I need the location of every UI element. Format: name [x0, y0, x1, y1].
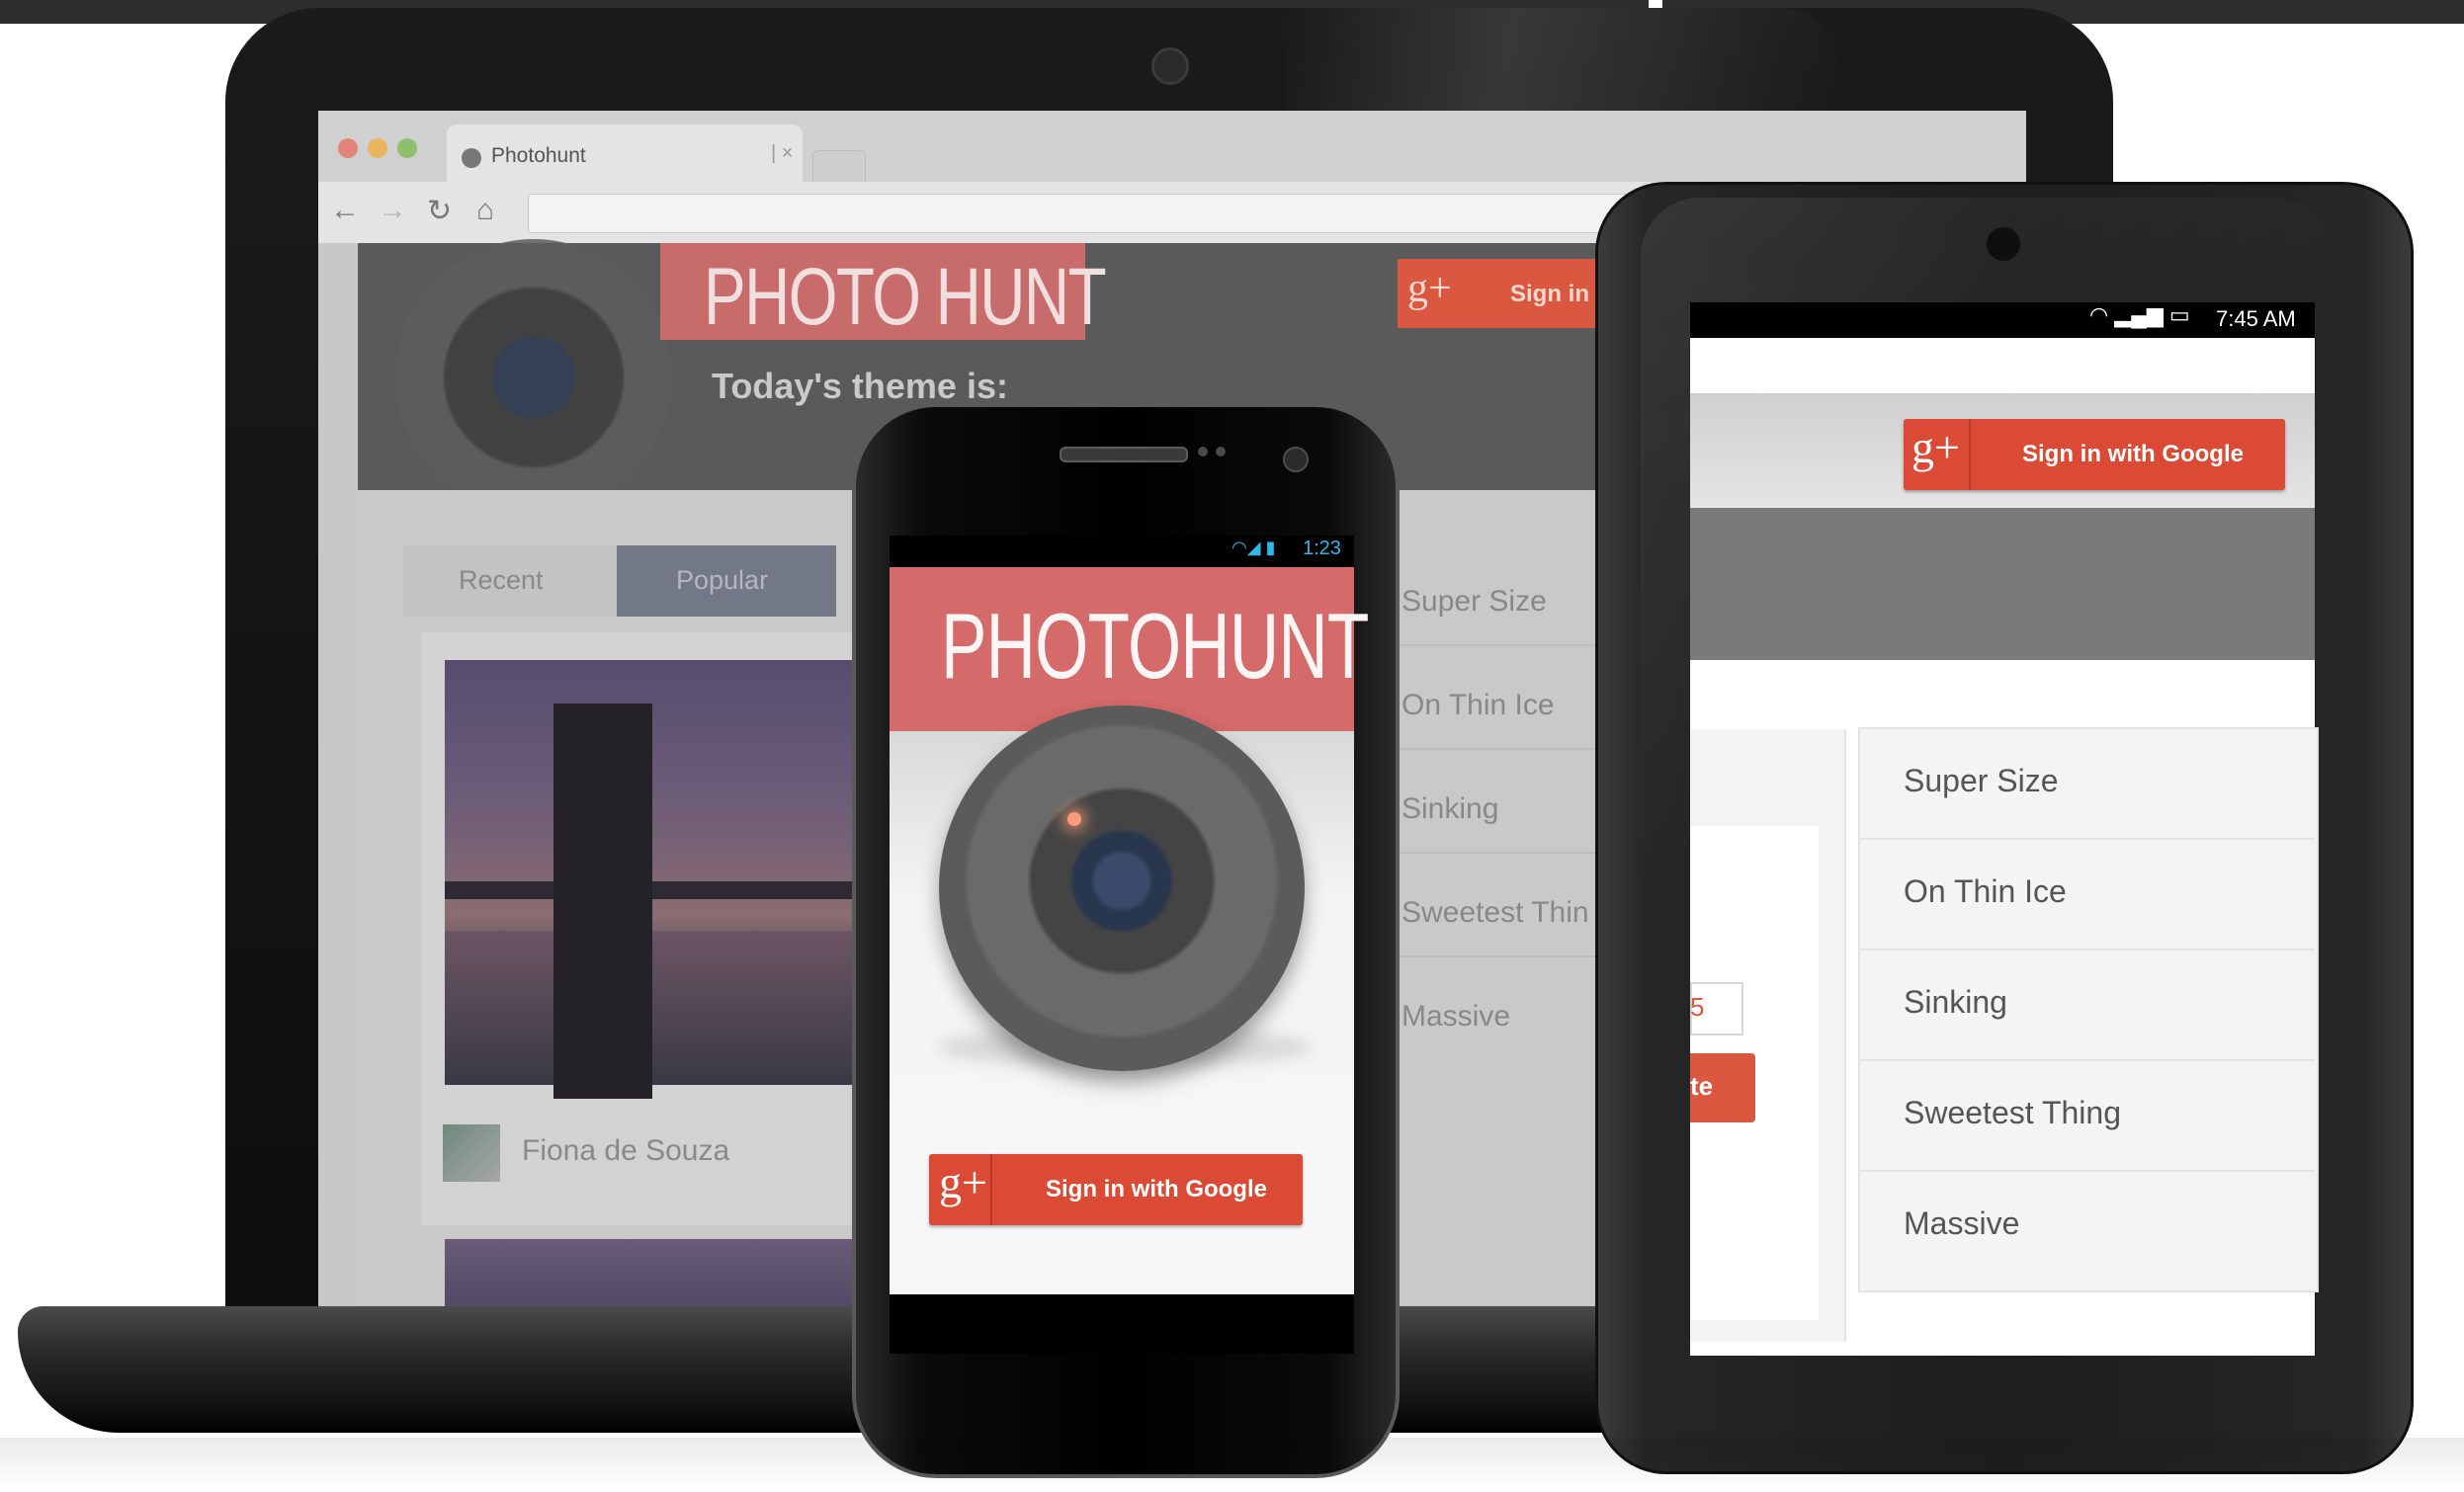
signin-label: Sign in with Google	[1046, 1176, 1267, 1202]
theme-list-item[interactable]: Super Size	[1904, 763, 2059, 799]
reload-icon[interactable]: ↻	[427, 194, 452, 228]
phone-bottom-bezel	[890, 1294, 1354, 1354]
divider	[1860, 838, 2315, 840]
phone-title: PHOTOHUNT	[941, 594, 1369, 698]
window-zoom-dot[interactable]	[397, 138, 417, 158]
wifi-signal-battery-icon: ◠ ▂▄▆ ▭	[2089, 302, 2190, 327]
laptop-camera-icon	[1151, 47, 1189, 85]
phone-camera-icon	[1283, 447, 1309, 472]
wifi-signal-battery-icon: ◠◢ ▮	[1232, 538, 1276, 557]
theme-list-item[interactable]: Sinking	[1904, 984, 2007, 1021]
divider	[1388, 852, 1625, 854]
phone-status-bar	[890, 536, 1354, 567]
lens-flare	[1067, 812, 1081, 826]
divider	[1388, 644, 1625, 646]
partial-button-label: te	[1690, 1071, 1714, 1101]
avatar	[443, 1124, 500, 1182]
tab-close-icon[interactable]: | ×	[771, 142, 793, 165]
favicon-icon	[462, 148, 481, 168]
divider	[1388, 748, 1625, 750]
signin-label: Sign in	[1510, 281, 1589, 307]
signin-label: Sign in with Google	[2022, 441, 2244, 467]
partial-input-text: 5	[1690, 992, 1705, 1022]
tablet-status-time: 7:45 AM	[2216, 306, 2296, 331]
signin-divider	[1969, 419, 1971, 490]
tab-popular-label: Popular	[676, 565, 769, 595]
window-close-dot[interactable]	[338, 138, 358, 158]
site-title: PHOTO HUNT	[704, 252, 1107, 342]
browser-tab-title: Photohunt	[491, 144, 586, 167]
theme-list-item[interactable]: Massive	[1402, 1000, 1510, 1034]
google-plus-icon: g+	[1407, 266, 1452, 311]
theme-list-item[interactable]: On Thin Ice	[1904, 873, 2067, 910]
phone-status-time: 1:23	[1303, 538, 1341, 559]
divider	[1388, 955, 1625, 957]
photo-water	[445, 931, 860, 1085]
tablet-header-band	[1690, 508, 2315, 660]
theme-list-item[interactable]: Super Size	[1402, 585, 1547, 619]
camera-logo-icon	[395, 239, 672, 516]
camera-lens-icon	[939, 705, 1305, 1071]
signin-divider	[990, 1154, 992, 1225]
ground-shadow	[0, 1438, 2464, 1492]
phone-sensors	[1198, 447, 1237, 456]
new-tab-button[interactable]	[812, 150, 866, 184]
author-name: Fiona de Souza	[522, 1134, 730, 1167]
theme-list-item[interactable]: Sinking	[1402, 792, 1498, 826]
google-plus-icon: g+	[939, 1157, 987, 1207]
tablet-camera-icon	[1987, 227, 2020, 261]
theme-list-item[interactable]: Sweetest Thin	[1402, 896, 1589, 930]
divider	[1860, 949, 2315, 951]
window-minimize-dot[interactable]	[368, 138, 387, 158]
theme-label: Today's theme is:	[712, 366, 1008, 406]
google-plus-icon: g+	[1912, 422, 1960, 472]
theme-list-item[interactable]: On Thin Ice	[1402, 689, 1555, 722]
laptop-glare	[1285, 8, 1838, 126]
back-arrow-icon[interactable]: ←	[330, 194, 360, 227]
theme-list-item[interactable]: Sweetest Thing	[1904, 1095, 2121, 1131]
phone-speaker	[1060, 447, 1188, 462]
forward-arrow-icon[interactable]: →	[378, 194, 407, 227]
divider	[1860, 1170, 2315, 1172]
theme-list-item[interactable]: Massive	[1904, 1205, 2019, 1242]
photo-bridge-tower	[553, 704, 652, 1099]
sensor-dot	[1216, 447, 1226, 456]
photo-bridge-deck	[445, 881, 860, 899]
sensor-dot	[1198, 447, 1208, 456]
home-icon[interactable]: ⌂	[476, 194, 494, 227]
divider	[1860, 1059, 2315, 1061]
tab-recent-label: Recent	[459, 565, 544, 595]
second-photo[interactable]	[445, 1239, 860, 1311]
